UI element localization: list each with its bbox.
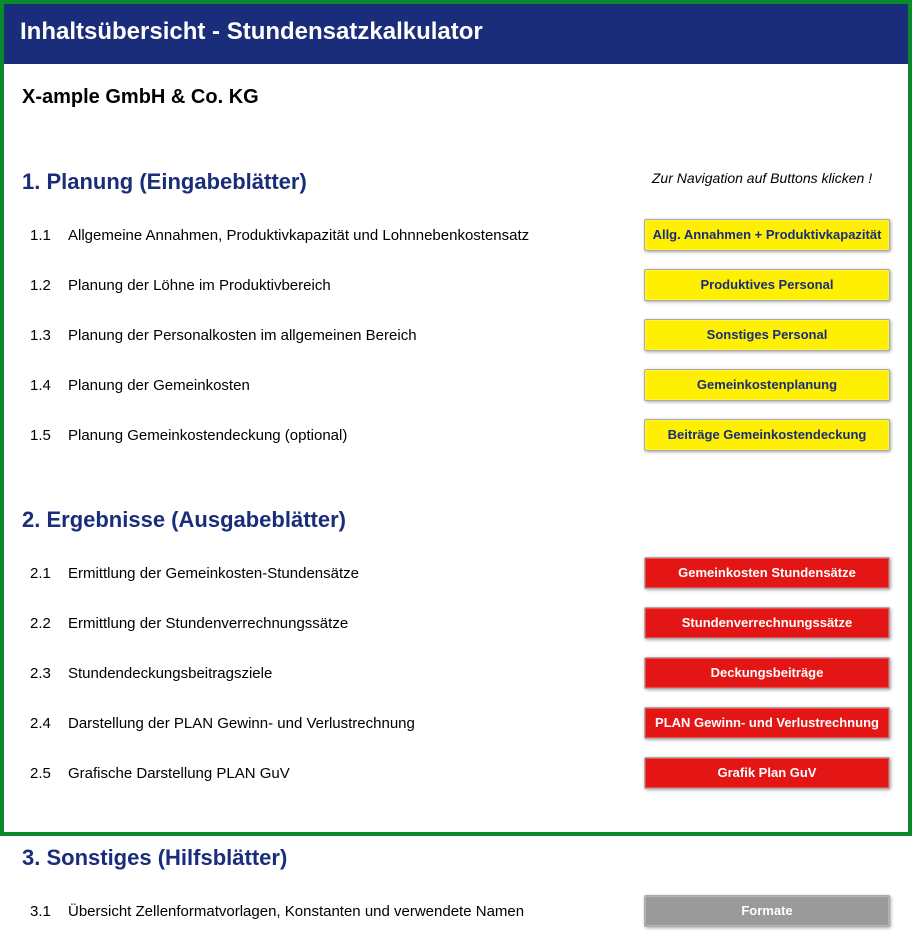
row-number: 2.5 xyxy=(22,765,68,782)
row-number: 2.3 xyxy=(22,665,68,682)
row-number: 1.3 xyxy=(22,327,68,344)
row-number: 1.5 xyxy=(22,427,68,444)
row-1-2: 1.2 Planung der Löhne im Produktivbereic… xyxy=(22,263,890,307)
row-description: Planung der Löhne im Produktivbereich xyxy=(68,277,634,294)
row-2-1: 2.1 Ermittlung der Gemeinkosten-Stundens… xyxy=(22,551,890,595)
row-1-4: 1.4 Planung der Gemeinkosten Gemeinkoste… xyxy=(22,363,890,407)
row-number: 1.1 xyxy=(22,227,68,244)
section-3-heading: 3. Sonstiges (Hilfsblätter) xyxy=(22,845,890,871)
nav-button-plan-guv[interactable]: PLAN Gewinn- und Verlustrechnung xyxy=(644,707,890,739)
row-number: 3.1 xyxy=(22,903,68,920)
row-description: Übersicht Zellenformatvorlagen, Konstant… xyxy=(68,903,634,920)
row-description: Planung der Gemeinkosten xyxy=(68,377,634,394)
row-description: Ermittlung der Gemeinkosten-Stundensätze xyxy=(68,565,634,582)
content-area: X-ample GmbH & Co. KG 1. Planung (Eingab… xyxy=(4,86,908,933)
row-number: 1.4 xyxy=(22,377,68,394)
row-description: Allgemeine Annahmen, Produktivkapazität … xyxy=(68,227,634,244)
row-1-1: 1.1 Allgemeine Annahmen, Produktivkapazi… xyxy=(22,213,890,257)
nav-button-deckungsbeitraege[interactable]: Deckungsbeiträge xyxy=(644,657,890,689)
row-number: 2.4 xyxy=(22,715,68,732)
row-1-3: 1.3 Planung der Personalkosten im allgem… xyxy=(22,313,890,357)
nav-button-produktives-personal[interactable]: Produktives Personal xyxy=(644,269,890,301)
row-1-5: 1.5 Planung Gemeinkostendeckung (optiona… xyxy=(22,413,890,457)
nav-button-gemeinkostendeckung[interactable]: Beiträge Gemeinkostendeckung xyxy=(644,419,890,451)
section-1-heading-row: 1. Planung (Eingabeblätter) Zur Navigati… xyxy=(22,143,890,213)
nav-button-formate[interactable]: Formate xyxy=(644,895,890,927)
row-2-5: 2.5 Grafische Darstellung PLAN GuV Grafi… xyxy=(22,751,890,795)
section-1-heading: 1. Planung (Eingabeblätter) xyxy=(22,169,634,195)
nav-button-annahmen[interactable]: Allg. Annahmen + Produktivkapazität xyxy=(644,219,890,251)
nav-button-gemeinkostenplanung[interactable]: Gemeinkostenplanung xyxy=(644,369,890,401)
page-title: Inhaltsübersicht - Stundensatzkalkulator xyxy=(4,4,908,64)
row-number: 2.2 xyxy=(22,615,68,632)
row-description: Stundendeckungsbeitragsziele xyxy=(68,665,634,682)
row-2-4: 2.4 Darstellung der PLAN Gewinn- und Ver… xyxy=(22,701,890,745)
row-3-1: 3.1 Übersicht Zellenformatvorlagen, Kons… xyxy=(22,889,890,933)
row-number: 2.1 xyxy=(22,565,68,582)
page-frame: Inhaltsübersicht - Stundensatzkalkulator… xyxy=(0,0,912,836)
nav-button-sonstiges-personal[interactable]: Sonstiges Personal xyxy=(644,319,890,351)
row-description: Planung Gemeinkostendeckung (optional) xyxy=(68,427,634,444)
row-description: Darstellung der PLAN Gewinn- und Verlust… xyxy=(68,715,634,732)
row-2-3: 2.3 Stundendeckungsbeitragsziele Deckung… xyxy=(22,651,890,695)
section-2-heading: 2. Ergebnisse (Ausgabeblätter) xyxy=(22,507,890,533)
row-2-2: 2.2 Ermittlung der Stundenverrechnungssä… xyxy=(22,601,890,645)
nav-button-grafik-plan-guv[interactable]: Grafik Plan GuV xyxy=(644,757,890,789)
row-description: Grafische Darstellung PLAN GuV xyxy=(68,765,634,782)
nav-button-gemeinkosten-stundensaetze[interactable]: Gemeinkosten Stundensätze xyxy=(644,557,890,589)
row-description: Planung der Personalkosten im allgemeine… xyxy=(68,327,634,344)
navigation-hint: Zur Navigation auf Buttons klicken ! xyxy=(634,170,890,186)
company-name: X-ample GmbH & Co. KG xyxy=(22,86,890,109)
row-number: 1.2 xyxy=(22,277,68,294)
nav-button-stundenverrechnungssaetze[interactable]: Stundenverrechnungssätze xyxy=(644,607,890,639)
row-description: Ermittlung der Stundenverrechnungssätze xyxy=(68,615,634,632)
